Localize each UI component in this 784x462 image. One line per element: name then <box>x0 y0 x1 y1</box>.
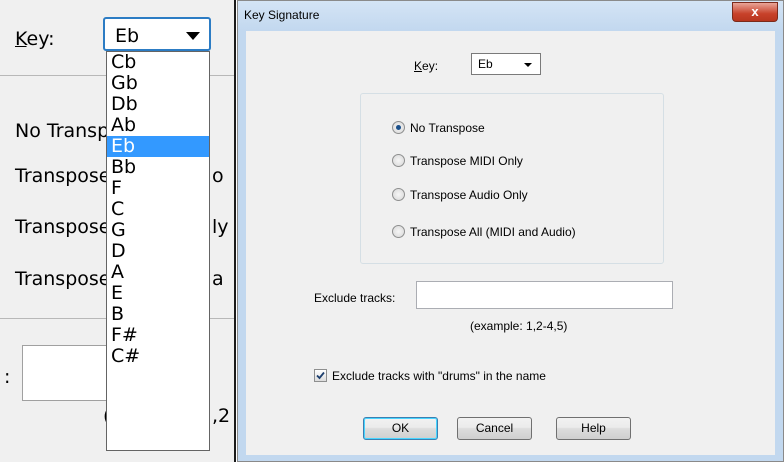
ok-button[interactable]: OK <box>363 417 438 440</box>
key-label: Key: <box>414 59 439 73</box>
dialog-client-area: Key: Eb No Transpose Transpose MIDI Only… <box>246 31 775 455</box>
zoom-bg-right-midi: o <box>212 165 224 187</box>
dropdown-option[interactable]: Bb <box>107 157 209 178</box>
help-button[interactable]: Help <box>556 417 631 440</box>
dropdown-option[interactable]: G <box>107 220 209 241</box>
key-value: Eb <box>478 57 493 71</box>
dropdown-option[interactable]: D <box>107 241 209 262</box>
radio-transpose-audio-label: Transpose Audio Only <box>410 188 528 202</box>
zoom-bg-right-audio: ly <box>212 216 229 238</box>
zoom-bg-transpose-midi: Transpose <box>15 165 111 187</box>
key-dropdown-list[interactable]: Cb Gb Db Ab Eb Bb F C G D A E B F# C# <box>106 51 210 451</box>
dropdown-option[interactable]: Ab <box>107 115 209 136</box>
dropdown-option[interactable]: E <box>107 283 209 304</box>
key-label-rest: ey: <box>422 59 439 73</box>
dropdown-option[interactable]: F# <box>107 325 209 346</box>
exclude-drums-checkbox[interactable] <box>314 369 327 382</box>
zoom-key-label-rest: ey: <box>26 28 55 50</box>
checkmark-icon <box>316 371 325 380</box>
key-signature-dialog: Key Signature x Key: Eb No Transpose Tra… <box>237 0 784 462</box>
zoom-bg-no-transpose: No Transp <box>15 120 110 142</box>
zoomed-key-dropdown-panel: Key: No Transp Transpose Transpose Trans… <box>0 0 236 462</box>
dropdown-option[interactable]: Eb <box>107 136 209 157</box>
zoom-paren-right: ,2 <box>212 405 231 427</box>
dropdown-option[interactable]: Gb <box>107 73 209 94</box>
radio-transpose-midi[interactable] <box>392 154 405 167</box>
radio-transpose-audio[interactable] <box>392 188 405 201</box>
zoom-key-value: Eb <box>115 25 140 47</box>
dropdown-option[interactable]: Db <box>107 94 209 115</box>
zoom-bg-right-all: a <box>212 268 224 290</box>
cancel-button[interactable]: Cancel <box>457 417 532 440</box>
dropdown-option[interactable]: A <box>107 262 209 283</box>
radio-transpose-all-label: Transpose All (MIDI and Audio) <box>410 225 576 239</box>
exclude-drums-label: Exclude tracks with "drums" in the name <box>332 369 546 383</box>
exclude-tracks-input[interactable] <box>416 281 673 309</box>
exclude-example-hint: (example: 1,2-4,5) <box>470 319 568 333</box>
dropdown-option[interactable]: Cb <box>107 52 209 73</box>
zoom-key-combobox[interactable]: Eb <box>103 17 211 51</box>
radio-transpose-midi-label: Transpose MIDI Only <box>410 154 523 168</box>
chevron-down-icon <box>524 63 532 67</box>
zoom-bg-transpose-all: Transpose <box>15 268 111 290</box>
title-bar: Key Signature x <box>238 1 783 31</box>
dialog-title: Key Signature <box>244 8 320 22</box>
radio-transpose-all[interactable] <box>392 225 405 238</box>
radio-no-transpose-label: No Transpose <box>410 121 485 135</box>
close-button[interactable]: x <box>732 2 778 22</box>
chevron-down-icon <box>186 32 200 40</box>
zoom-bg-transpose-audio: Transpose <box>15 216 111 238</box>
dropdown-option[interactable]: B <box>107 304 209 325</box>
dropdown-option[interactable]: C# <box>107 346 209 367</box>
close-icon: x <box>751 4 759 19</box>
key-combobox[interactable]: Eb <box>471 53 541 75</box>
radio-no-transpose[interactable] <box>392 121 405 134</box>
dropdown-option[interactable]: F <box>107 178 209 199</box>
exclude-tracks-label: Exclude tracks: <box>314 291 396 305</box>
dropdown-option[interactable]: C <box>107 199 209 220</box>
zoom-colon: : <box>4 366 11 388</box>
zoom-key-label: Key: <box>15 28 55 50</box>
